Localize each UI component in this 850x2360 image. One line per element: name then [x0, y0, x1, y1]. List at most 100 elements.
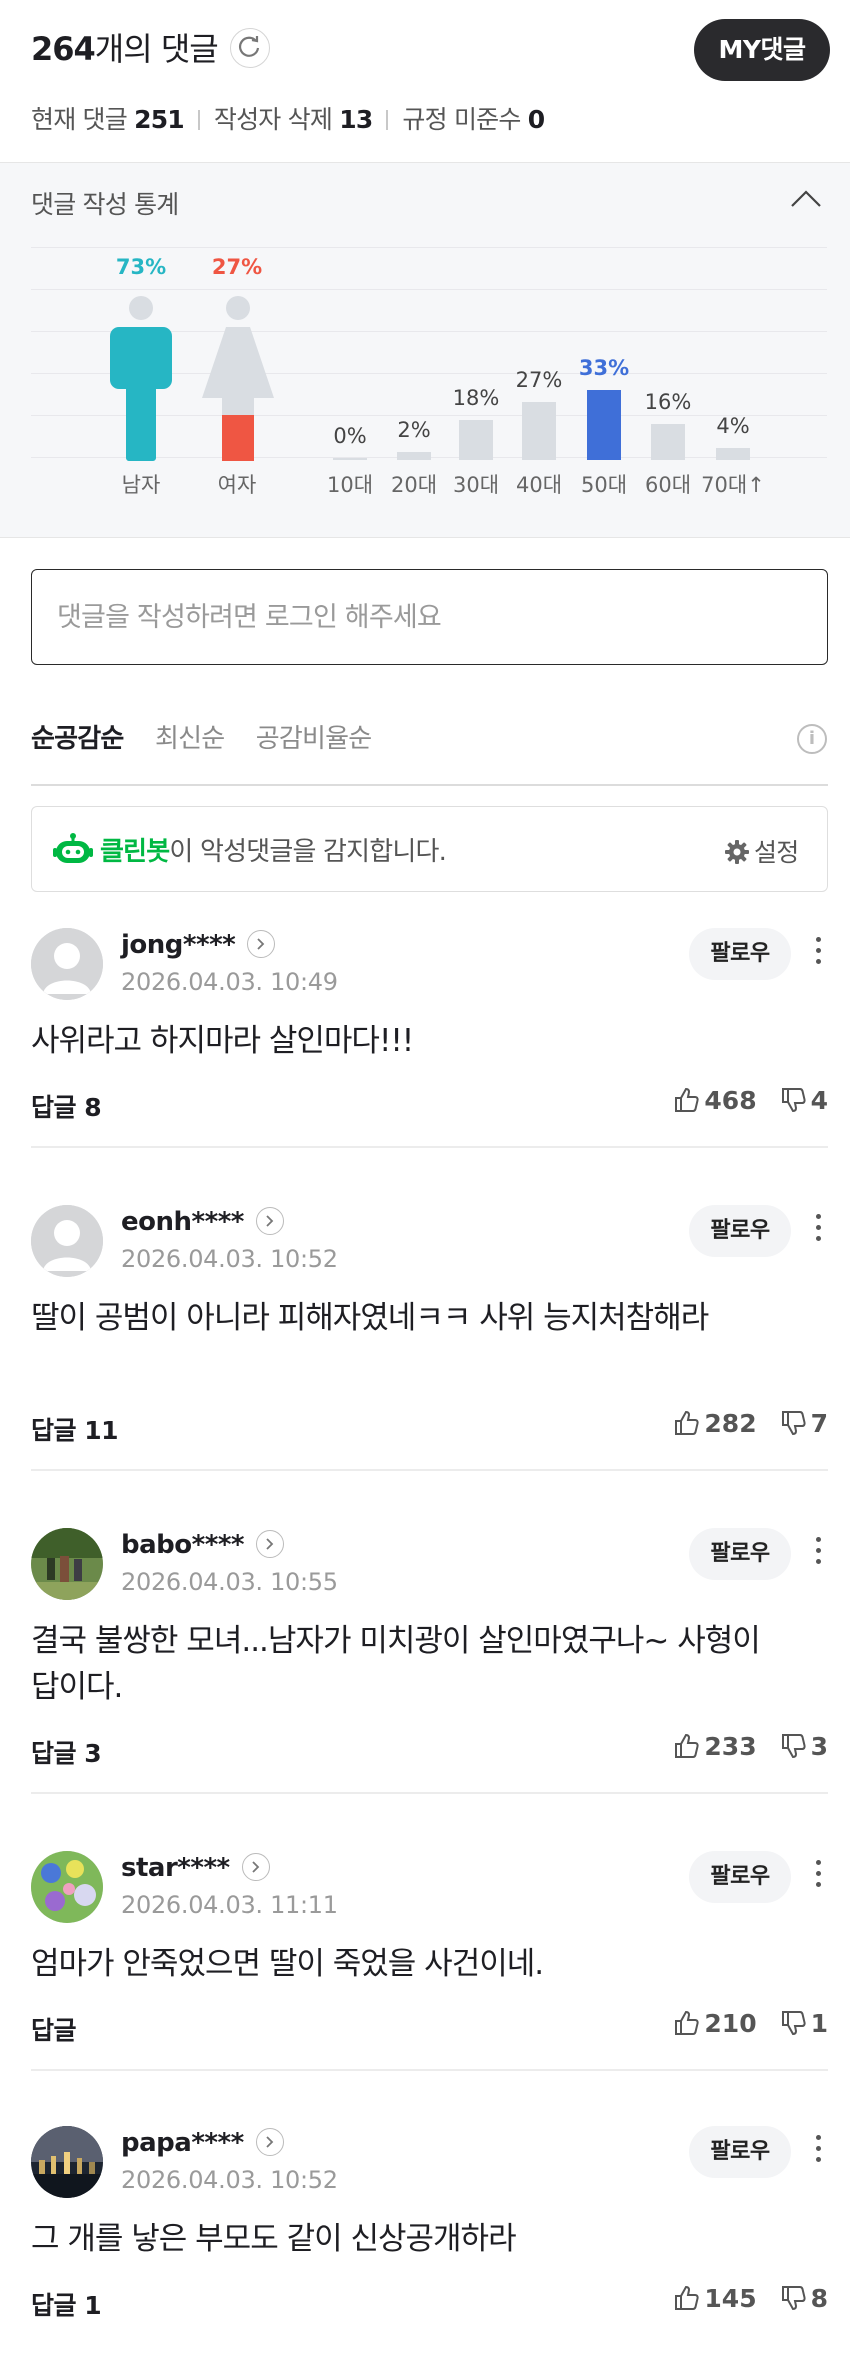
- cleanbot-icon: [52, 833, 94, 871]
- comment-stats-panel: 댓글 작성 통계 73% 27% 남자 여자 0% 10대 2% 20대 18% 30대 2…: [0, 162, 850, 538]
- comment-date: 2026.04.03. 10:52: [121, 2166, 338, 2194]
- gender-label-male: 남자: [121, 473, 161, 497]
- divider: [31, 1792, 828, 1794]
- more-vertical-icon[interactable]: [808, 934, 828, 974]
- comment-nickname[interactable]: star****: [121, 1852, 270, 1883]
- male-percent: 73%: [115, 255, 167, 279]
- age-percent-label: 4%: [716, 414, 750, 438]
- reply-button[interactable]: 답글 3: [31, 1734, 102, 1770]
- like-count: 468: [704, 1086, 757, 1115]
- comment-date: 2026.04.03. 10:49: [121, 968, 338, 996]
- like-icon: [675, 2010, 700, 2035]
- chevron-right-icon[interactable]: [255, 2127, 284, 2156]
- comment-input-box[interactable]: [31, 569, 828, 665]
- more-vertical-icon[interactable]: [808, 1534, 828, 1574]
- like-count: 145: [704, 2284, 757, 2313]
- chevron-right-icon[interactable]: [241, 1852, 270, 1881]
- dislike-count: 3: [810, 1732, 828, 1761]
- like-count: 282: [704, 1409, 757, 1438]
- avatar[interactable]: [31, 1205, 103, 1277]
- comment-date: 2026.04.03. 10:52: [121, 1245, 338, 1273]
- gear-icon: [725, 840, 749, 864]
- dislike-button[interactable]: 8: [779, 2284, 828, 2313]
- comment-text: 사위라고 하지마라 살인마다!!!: [31, 1023, 414, 1059]
- avatar[interactable]: [31, 1851, 103, 1923]
- chevron-up-icon[interactable]: [790, 189, 822, 213]
- follow-button[interactable]: 팔로우: [689, 1205, 791, 1257]
- follow-button[interactable]: 팔로우: [689, 928, 791, 980]
- reply-button[interactable]: 답글 8: [31, 1088, 102, 1124]
- comment-nickname[interactable]: papa****: [121, 2127, 284, 2158]
- like-icon: [675, 1410, 700, 1435]
- more-vertical-icon[interactable]: [808, 2132, 828, 2172]
- reply-button[interactable]: 답글 11: [31, 1411, 119, 1447]
- follow-button[interactable]: 팔로우: [689, 2126, 791, 2178]
- comment-date: 2026.04.03. 10:55: [121, 1568, 338, 1596]
- chevron-right-icon[interactable]: [255, 1206, 284, 1235]
- follow-button[interactable]: 팔로우: [689, 1528, 791, 1580]
- female-figure-icon: [198, 295, 278, 465]
- my-comments-button[interactable]: MY댓글: [694, 19, 830, 81]
- dislike-icon: [781, 1088, 806, 1113]
- comment-stats-line: 현재 댓글 251 작성자 삭제 13 규정 미준수 0: [31, 105, 545, 134]
- avatar[interactable]: [31, 928, 103, 1000]
- sort-tab-sympathy[interactable]: 순공감순: [31, 724, 124, 754]
- more-vertical-icon[interactable]: [808, 1857, 828, 1897]
- cleanbot-settings-button[interactable]: 설정: [724, 833, 799, 869]
- vote-buttons: 145 8: [656, 2284, 828, 2313]
- divider: [31, 784, 828, 786]
- dislike-button[interactable]: 4: [779, 1086, 828, 1115]
- comment-nickname[interactable]: jong****: [121, 929, 276, 960]
- dislike-count: 1: [810, 2009, 828, 2038]
- comment-count-title: 264개의 댓글: [31, 30, 219, 68]
- age-bar: [397, 452, 431, 460]
- sort-tab-latest[interactable]: 최신순: [155, 724, 225, 754]
- dislike-icon: [781, 2286, 806, 2311]
- comment-text: 결국 불쌍한 모녀...남자가 미치광이 살인마였구나~ 사형이 답이다.: [31, 1623, 761, 1705]
- age-bar: [587, 390, 621, 460]
- age-bar: [459, 420, 493, 460]
- age-bar: [716, 448, 750, 460]
- comment-nickname[interactable]: eonh****: [121, 1206, 284, 1237]
- comment-input[interactable]: [32, 570, 827, 664]
- vote-buttons: 282 7: [656, 1409, 828, 1438]
- like-icon: [675, 1087, 700, 1112]
- reply-button[interactable]: 답글 1: [31, 2286, 102, 2322]
- avatar[interactable]: [31, 1528, 103, 1600]
- dislike-button[interactable]: 3: [779, 1732, 828, 1761]
- dislike-count: 7: [810, 1409, 828, 1438]
- reply-button[interactable]: 답글: [31, 2011, 77, 2047]
- sort-tab-ratio[interactable]: 공감비율순: [256, 724, 372, 754]
- like-button[interactable]: 468: [672, 1086, 757, 1115]
- dislike-button[interactable]: 7: [779, 1409, 828, 1438]
- avatar[interactable]: [31, 2126, 103, 2198]
- like-button[interactable]: 210: [672, 2009, 757, 2038]
- like-icon: [675, 2285, 700, 2310]
- age-percent-label: 2%: [397, 418, 431, 442]
- comment-date: 2026.04.03. 11:11: [121, 1891, 338, 1919]
- divider: [31, 2069, 828, 2071]
- more-vertical-icon[interactable]: [808, 1211, 828, 1251]
- age-percent-label: 16%: [644, 390, 692, 414]
- info-icon[interactable]: i: [797, 724, 827, 754]
- divider: [31, 1469, 828, 1471]
- gender-label-female: 여자: [217, 473, 257, 497]
- like-count: 233: [704, 1732, 757, 1761]
- stats-title: 댓글 작성 통계: [31, 190, 179, 219]
- vote-buttons: 233 3: [656, 1732, 828, 1761]
- age-bar: [333, 458, 367, 460]
- grid-line: [31, 247, 827, 248]
- age-percent-label: 33%: [578, 356, 630, 380]
- comment-nickname[interactable]: babo****: [121, 1529, 285, 1560]
- refresh-icon[interactable]: [230, 28, 270, 68]
- follow-button[interactable]: 팔로우: [689, 1851, 791, 1903]
- like-button[interactable]: 233: [672, 1732, 757, 1761]
- dislike-button[interactable]: 1: [779, 2009, 828, 2038]
- chevron-right-icon[interactable]: [247, 929, 276, 958]
- grid-line: [31, 289, 827, 290]
- like-button[interactable]: 145: [672, 2284, 757, 2313]
- comment-text: 엄마가 안죽었으면 딸이 죽었을 사건이네.: [31, 1946, 544, 1982]
- chevron-right-icon[interactable]: [256, 1529, 285, 1558]
- like-button[interactable]: 282: [672, 1409, 757, 1438]
- divider: [31, 1146, 828, 1148]
